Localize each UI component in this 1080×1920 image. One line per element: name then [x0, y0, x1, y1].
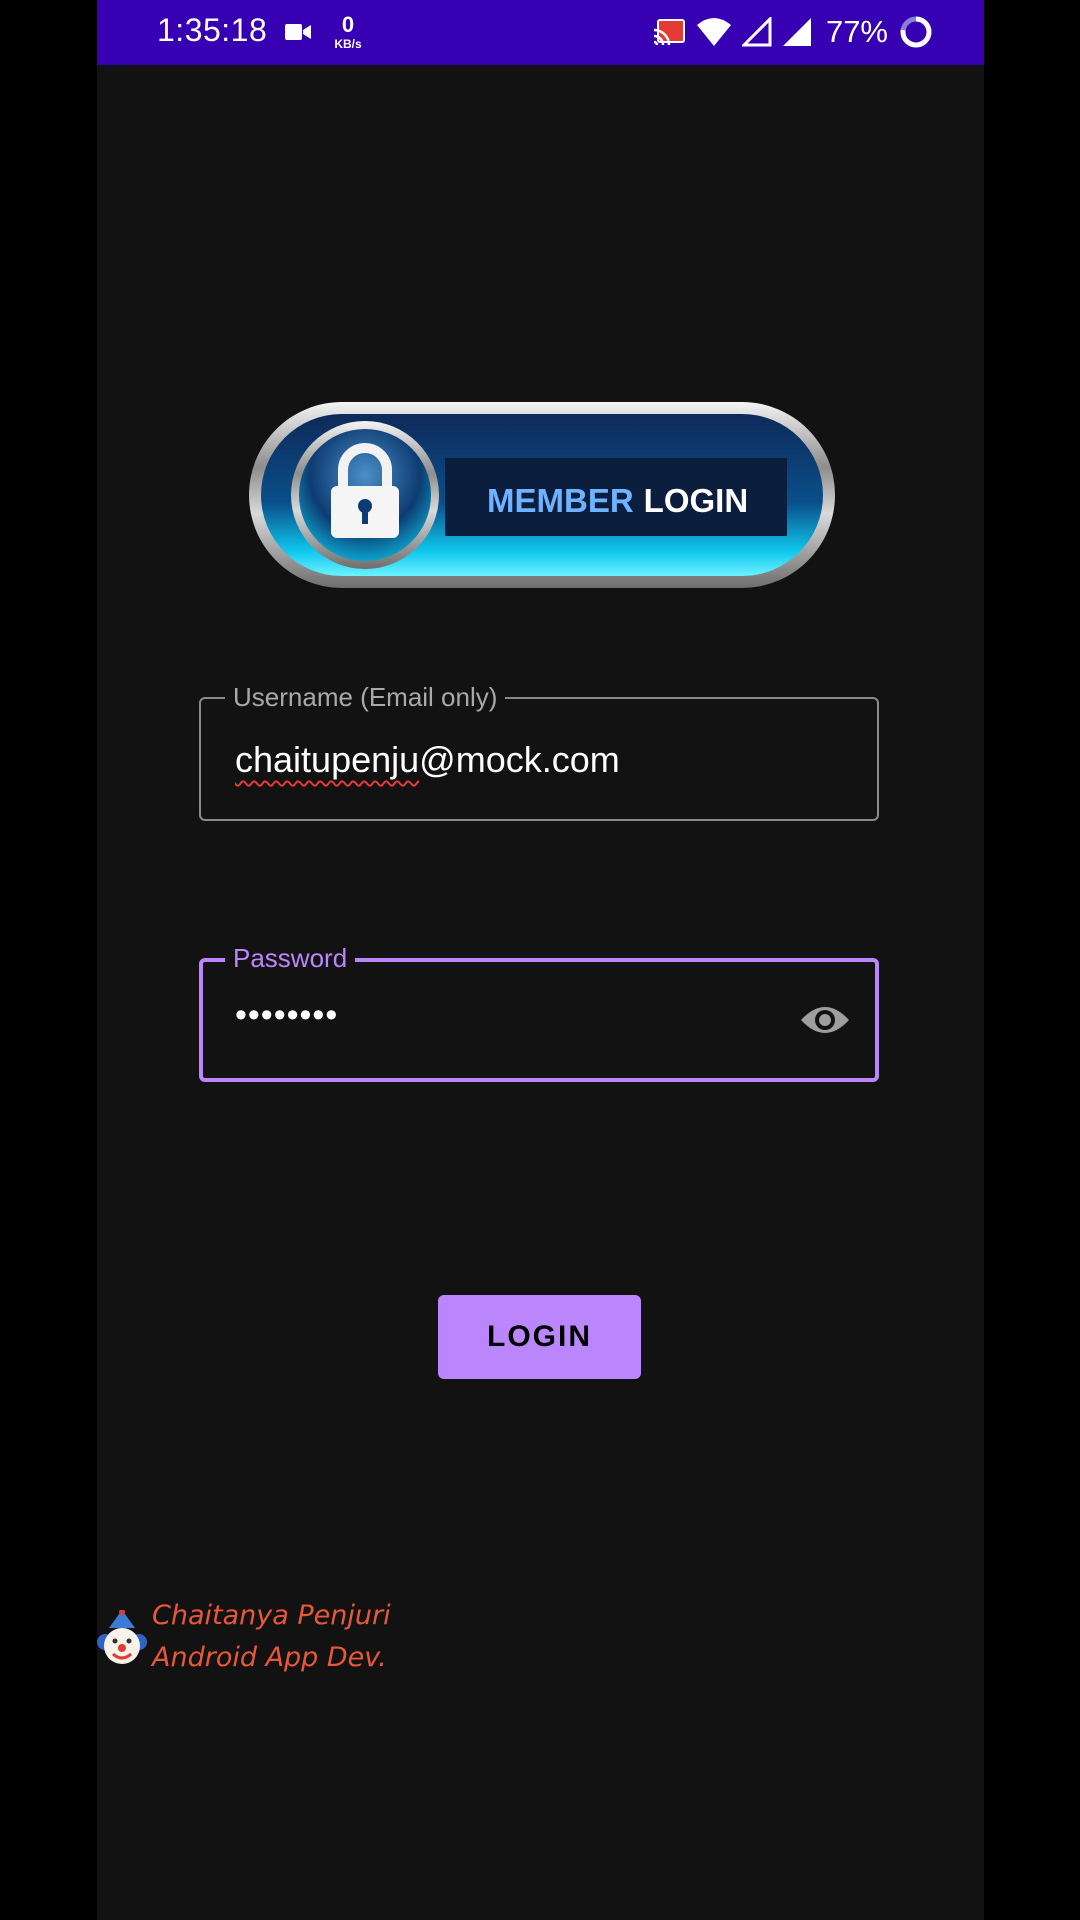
cast-icon	[653, 19, 685, 46]
password-label: Password	[225, 942, 356, 974]
logo-text: MEMBER LOGIN	[487, 482, 748, 519]
network-speed-value: 0	[341, 12, 355, 37]
app-screen: 1:35:18 0 KB/s 77% MEMBER LOGIN Username…	[97, 0, 984, 1920]
signal-empty-icon	[741, 17, 772, 47]
password-value[interactable]: ••••••••	[235, 996, 338, 1035]
wifi-icon	[696, 18, 731, 46]
credit-name: Chaitanya Penjuri	[152, 1600, 391, 1631]
video-camera-icon	[285, 24, 311, 40]
network-speed: 0 KB/s	[328, 12, 368, 51]
member-login-logo: MEMBER LOGIN	[249, 402, 835, 588]
username-field[interactable]: Username (Email only) chaitupenju@mock.c…	[199, 681, 879, 821]
username-value[interactable]: chaitupenju@mock.com	[235, 739, 620, 781]
status-bar: 1:35:18 0 KB/s 77%	[97, 0, 984, 65]
signal-full-icon	[782, 18, 811, 46]
network-speed-unit: KB/s	[334, 37, 362, 51]
login-button[interactable]: LOGIN	[438, 1295, 641, 1379]
status-time: 1:35:18	[157, 12, 268, 48]
username-label: Username (Email only)	[225, 681, 506, 713]
eye-icon[interactable]	[799, 998, 851, 1042]
battery-percent: 77%	[825, 14, 888, 49]
credit-role: Android App Dev.	[152, 1642, 387, 1673]
developer-credit: Chaitanya Penjuri Android App Dev.	[97, 1600, 497, 1690]
password-field[interactable]: Password ••••••••	[199, 942, 879, 1082]
status-icons: 77%	[652, 14, 934, 50]
battery-ring-icon	[900, 16, 932, 48]
clown-icon	[97, 1610, 147, 1664]
